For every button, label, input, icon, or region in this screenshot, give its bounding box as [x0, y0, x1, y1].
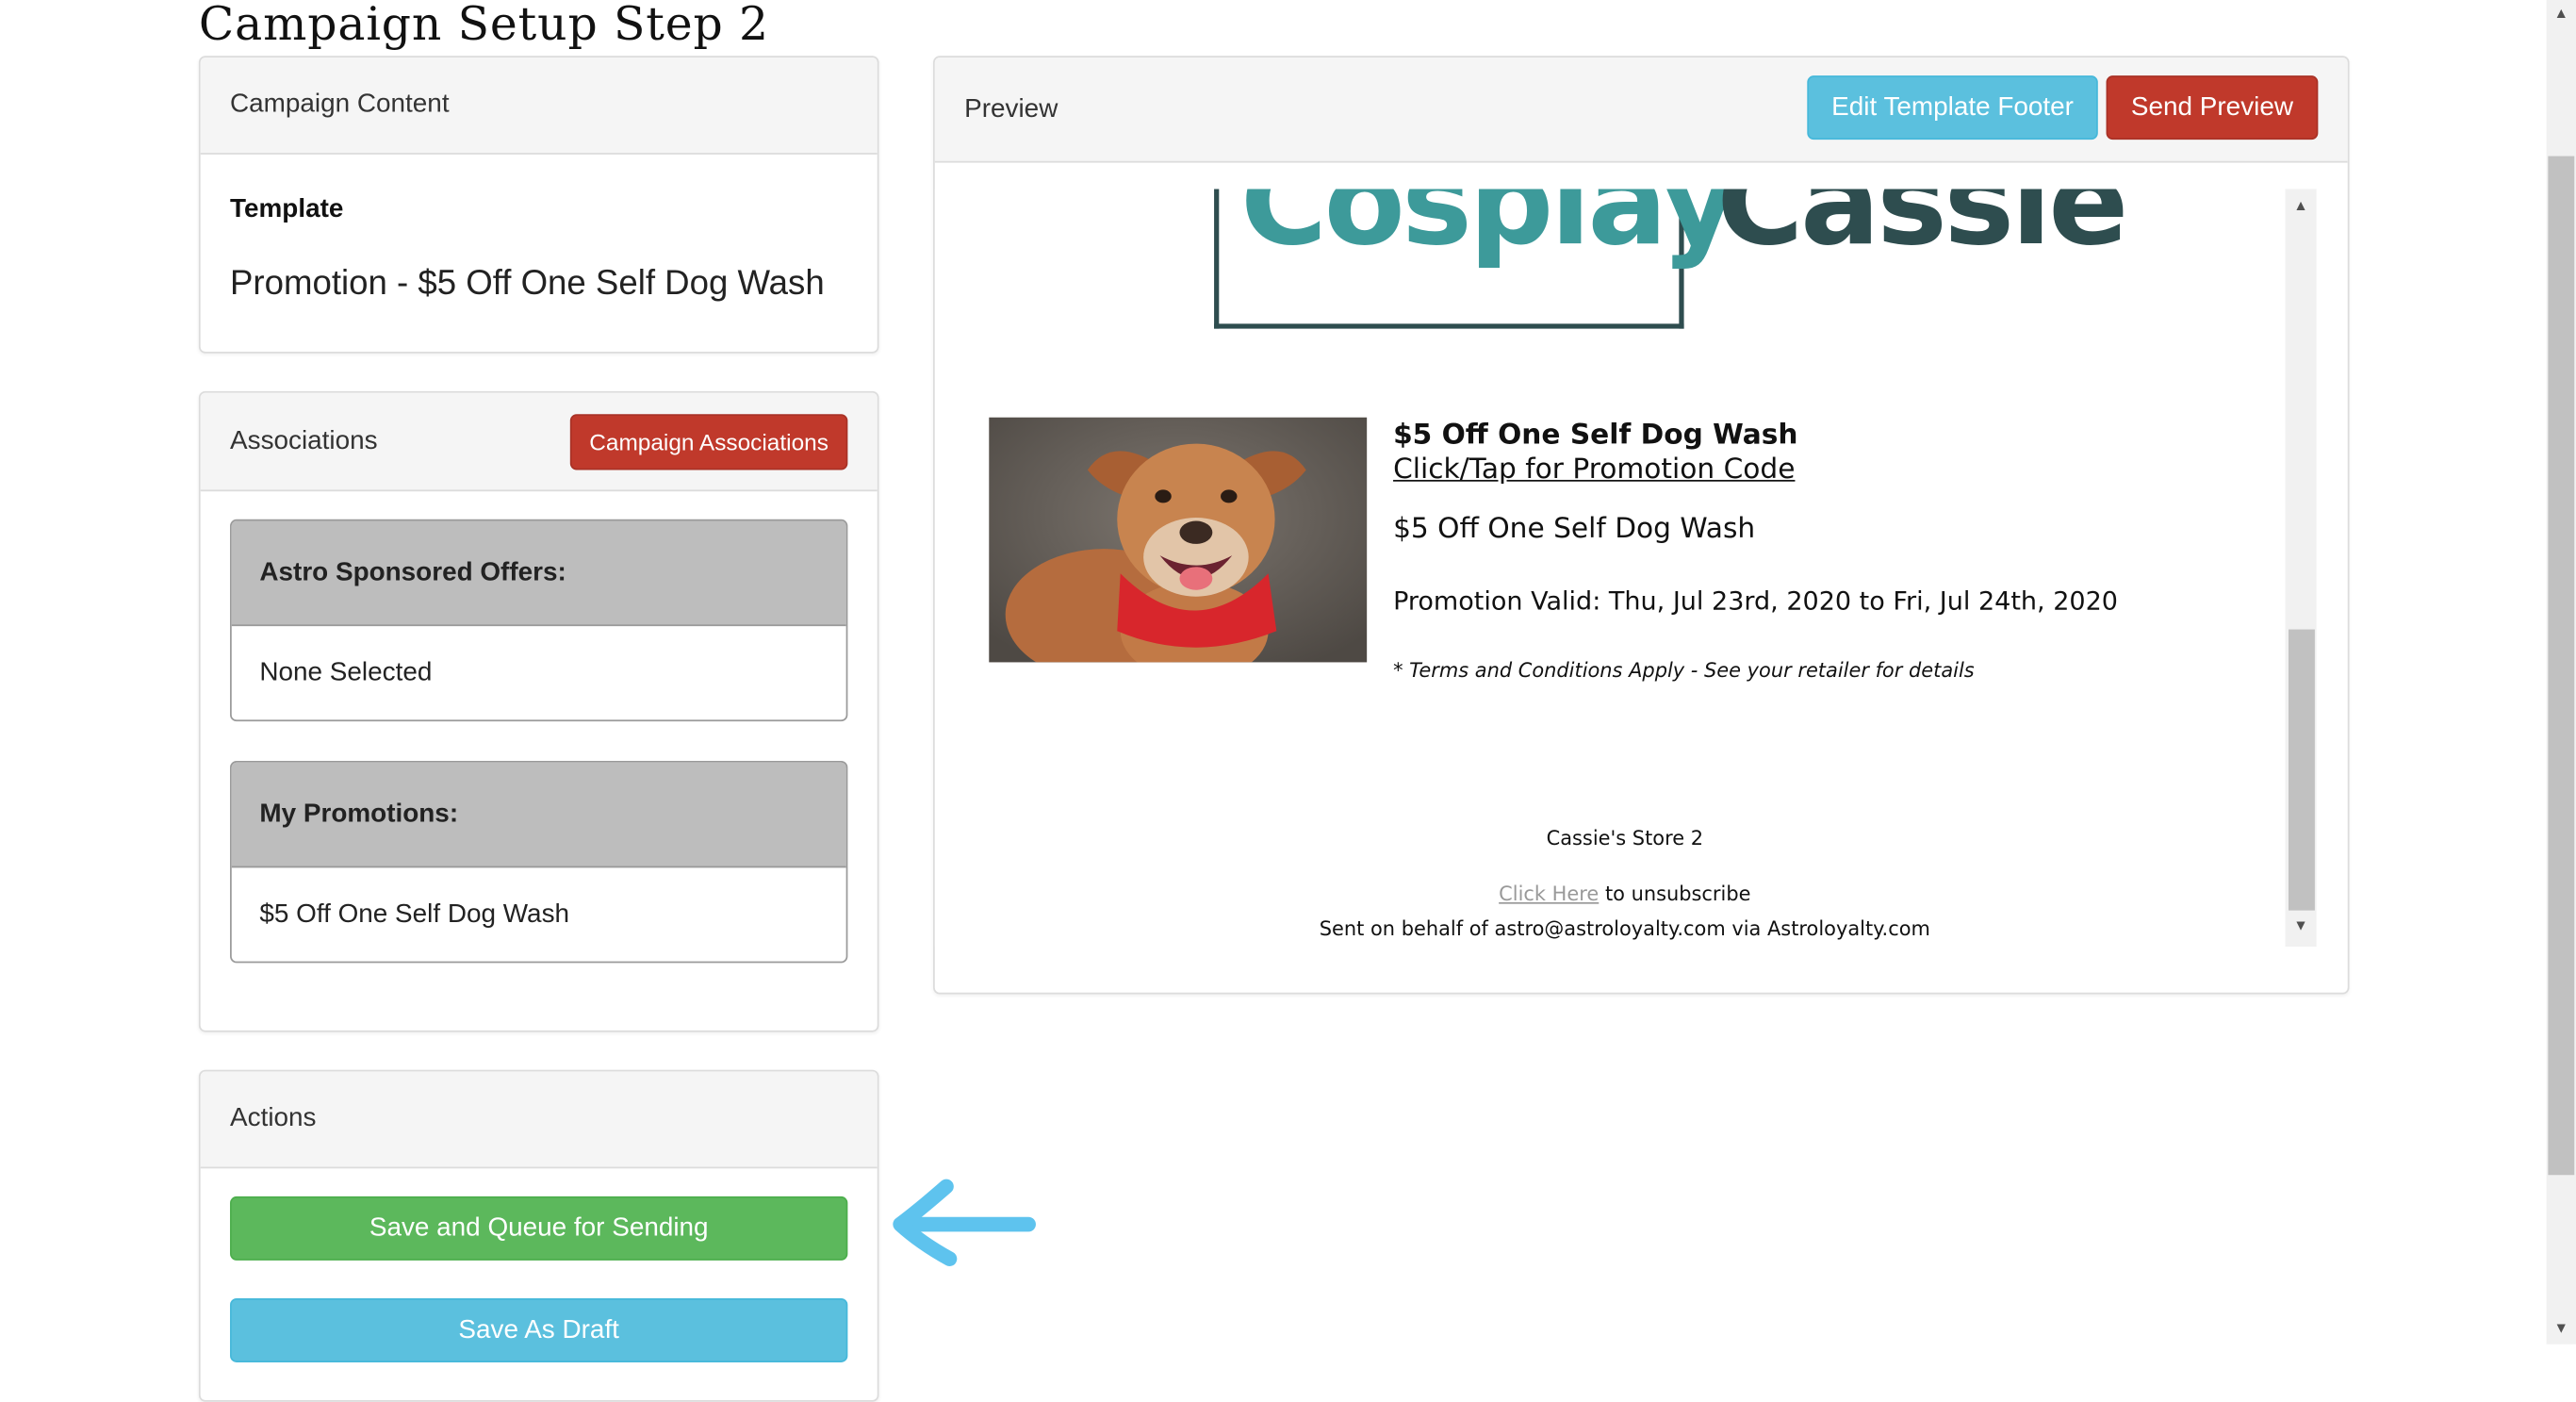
- campaign-associations-button[interactable]: Campaign Associations: [569, 414, 848, 470]
- preview-header: Preview Edit Template Footer Send Previe…: [934, 58, 2348, 163]
- astro-sponsored-offers-title: Astro Sponsored Offers:: [259, 557, 566, 586]
- save-and-queue-button[interactable]: Save and Queue for Sending: [230, 1196, 848, 1261]
- page-canvas: Campaign Setup Step 2 Campaign Content T…: [0, 0, 2576, 1402]
- logo-text-left: Cosplay: [1239, 189, 1738, 272]
- promo-title: $5 Off One Self Dog Wash: [1393, 419, 1798, 453]
- page-scroll-down-icon[interactable]: ▼: [2547, 1321, 2576, 1336]
- page-title: Campaign Setup Step 2: [198, 0, 769, 52]
- promotion-image: [989, 417, 1368, 663]
- my-promotions-box: My Promotions: $5 Off One Self Dog Wash: [230, 761, 848, 964]
- unsubscribe-link[interactable]: Click Here: [1499, 882, 1599, 905]
- template-name: Promotion - $5 Off One Self Dog Wash: [230, 264, 825, 303]
- page-scroll-thumb[interactable]: [2548, 156, 2575, 1176]
- sent-on-behalf: Sent on behalf of astro@astroloyalty.com…: [1319, 916, 1930, 940]
- promo-code-link[interactable]: Click/Tap for Promotion Code: [1393, 454, 1795, 487]
- left-arrow-annotation-icon: [893, 1179, 1036, 1266]
- associations-panel: Associations Campaign Associations Astro…: [198, 390, 879, 1032]
- preview-panel: Preview Edit Template Footer Send Previe…: [933, 56, 2350, 995]
- actions-heading: Actions: [230, 1104, 317, 1132]
- scroll-down-arrow-icon[interactable]: ▼: [2286, 917, 2317, 933]
- edit-template-footer-button[interactable]: Edit Template Footer: [1807, 75, 2098, 140]
- unsubscribe-line: Click Here to unsubscribe: [935, 882, 2286, 905]
- page-scroll-up-icon[interactable]: ▲: [2547, 6, 2576, 22]
- astro-sponsored-offers-body: None Selected: [232, 626, 846, 719]
- astro-sponsored-offers-value: None Selected: [259, 658, 433, 686]
- save-as-draft-button[interactable]: Save As Draft: [230, 1297, 848, 1362]
- associations-heading: Associations: [230, 426, 378, 454]
- page-scrollbar[interactable]: ▲ ▼: [2546, 0, 2576, 1344]
- astro-sponsored-offers-box: Astro Sponsored Offers: None Selected: [230, 519, 848, 722]
- my-promotions-value: $5 Off One Self Dog Wash: [259, 899, 570, 928]
- preview-scroll-thumb[interactable]: [2288, 629, 2315, 911]
- actions-header: Actions: [200, 1071, 878, 1169]
- scroll-up-arrow-icon[interactable]: ▲: [2286, 198, 2317, 214]
- email-preview-frame[interactable]: Cosplay Cassie $5 Off One Self Dog Wash …: [934, 189, 2286, 947]
- template-label: Template: [230, 195, 344, 224]
- preview-scrollbar[interactable]: ▲ ▼: [2285, 189, 2317, 947]
- send-preview-button[interactable]: Send Preview: [2106, 75, 2319, 140]
- associations-header: Associations Campaign Associations: [200, 392, 878, 492]
- my-promotions-title: My Promotions:: [259, 799, 459, 828]
- my-promotions-header: My Promotions:: [231, 762, 846, 868]
- astro-sponsored-offers-header: Astro Sponsored Offers:: [231, 520, 846, 627]
- preview-heading: Preview: [964, 94, 1058, 123]
- promo-validity: Promotion Valid: Thu, Jul 23rd, 2020 to …: [1393, 586, 2118, 617]
- promo-subtitle: $5 Off One Self Dog Wash: [1393, 512, 1756, 546]
- my-promotions-body: $5 Off One Self Dog Wash: [232, 867, 846, 961]
- campaign-content-heading: Campaign Content: [230, 90, 450, 119]
- actions-panel: Actions Save and Queue for Sending Save …: [198, 1069, 879, 1402]
- store-name: Cassie's Store 2: [1546, 826, 1704, 850]
- logo-text-right: Cassie: [1716, 189, 2128, 272]
- campaign-content-header: Campaign Content: [200, 58, 878, 155]
- campaign-content-panel: Campaign Content Template Promotion - $5…: [198, 56, 879, 354]
- unsubscribe-text: to unsubscribe: [1604, 882, 1751, 906]
- promo-terms: * Terms and Conditions Apply - See your …: [1393, 658, 1975, 683]
